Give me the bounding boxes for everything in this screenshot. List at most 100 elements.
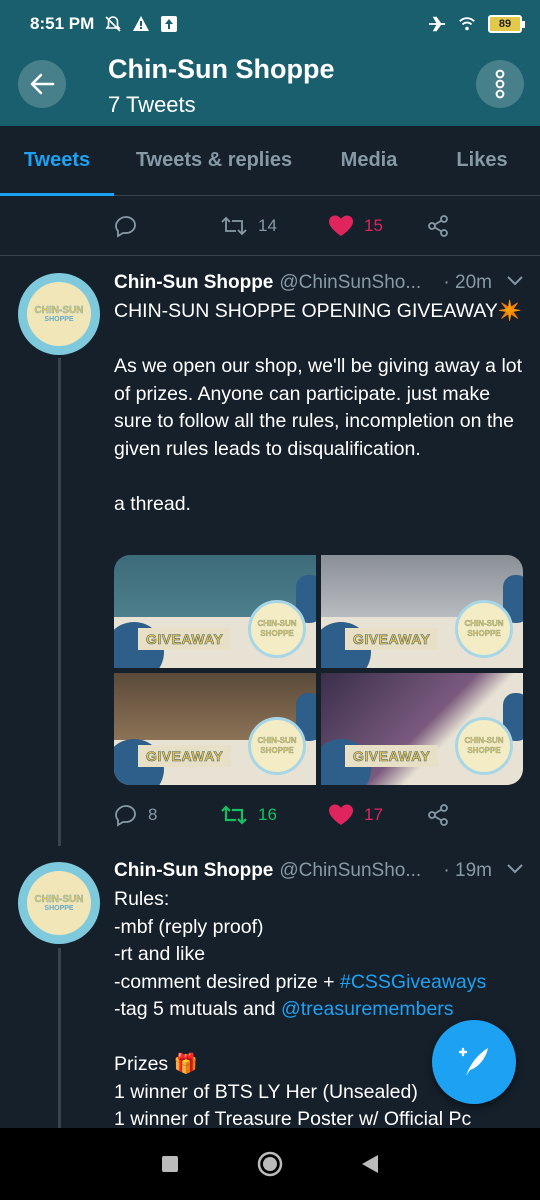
system-nav-bar bbox=[0, 1128, 540, 1200]
share-icon bbox=[428, 804, 448, 826]
tweet-header: Chin-Sun Shoppe @ChinSunSho... · 19m bbox=[114, 860, 524, 882]
retweet-count: 16 bbox=[258, 805, 277, 824]
tweet-line: Rules: bbox=[114, 888, 170, 910]
retweet-button[interactable]: 16 bbox=[220, 803, 328, 827]
like-count: 15 bbox=[364, 216, 383, 235]
tweet-actions: 8 16 17 bbox=[114, 798, 474, 832]
tweet-author-handle[interactable]: @ChinSunSho... bbox=[279, 272, 421, 294]
tweet-timestamp: · 20m bbox=[443, 272, 492, 293]
status-icons-right: 89 bbox=[428, 15, 525, 33]
like-button[interactable]: 15 bbox=[328, 214, 426, 238]
avatar-text-2: SHOPPE bbox=[44, 316, 74, 323]
badge-text-2: SHOPPE bbox=[467, 628, 501, 638]
share-icon bbox=[428, 215, 448, 237]
media-image[interactable]: GIVEAWAY CHIN-SUN SHOPPE bbox=[114, 672, 316, 785]
badge-text-2: SHOPPE bbox=[260, 628, 294, 638]
back-button[interactable] bbox=[18, 60, 66, 108]
shop-badge: CHIN-SUN SHOPPE bbox=[455, 599, 513, 658]
recents-button[interactable] bbox=[150, 1144, 190, 1184]
tweet-media-grid: GIVEAWAY CHIN-SUN SHOPPE GIVEAWAY CHIN-S… bbox=[114, 555, 523, 785]
profile-tabs: Tweets Tweets & replies Media Likes bbox=[0, 126, 540, 196]
more-options-button[interactable] bbox=[476, 60, 524, 108]
compose-feather-icon bbox=[458, 1047, 488, 1076]
tweet-author-name[interactable]: Chin-Sun Shoppe bbox=[114, 860, 273, 882]
avatar-logo: CHIN-SUN SHOPPE bbox=[27, 282, 91, 346]
compose-tweet-button[interactable] bbox=[432, 1020, 516, 1104]
profile-header: Chin-Sun Shoppe 7 Tweets bbox=[0, 48, 540, 126]
reply-count: 8 bbox=[148, 805, 158, 824]
tab-likes[interactable]: Likes bbox=[424, 126, 540, 195]
media-image[interactable]: GIVEAWAY CHIN-SUN SHOPPE bbox=[321, 555, 523, 668]
like-count: 17 bbox=[364, 805, 383, 824]
giveaway-caption: GIVEAWAY bbox=[345, 745, 439, 767]
page-title: Chin-Sun Shoppe bbox=[108, 54, 335, 84]
hashtag-link[interactable]: #CSSGiveaways bbox=[340, 971, 486, 993]
avatar-text-2: SHOPPE bbox=[44, 905, 74, 912]
chevron-down-icon[interactable] bbox=[506, 274, 524, 292]
badge-text-1: CHIN-SUN bbox=[464, 736, 504, 745]
retweet-icon bbox=[221, 805, 247, 825]
tweet-author-name[interactable]: Chin-Sun Shoppe bbox=[114, 272, 273, 294]
badge-text-1: CHIN-SUN bbox=[257, 618, 297, 628]
status-time: 8:51 PM bbox=[30, 14, 95, 33]
reply-button[interactable] bbox=[114, 214, 220, 238]
reply-button[interactable]: 8 bbox=[114, 803, 220, 827]
triangle-back-icon bbox=[362, 1155, 378, 1173]
tweet-line: -comment desired prize + #CSSGiveaways bbox=[114, 969, 526, 997]
thread-line bbox=[58, 358, 61, 846]
back-nav-button[interactable] bbox=[350, 1144, 390, 1184]
arrow-left-icon bbox=[30, 73, 55, 95]
square-icon bbox=[162, 1156, 178, 1172]
giveaway-caption: GIVEAWAY bbox=[345, 627, 439, 650]
reply-icon bbox=[115, 805, 136, 827]
tweet-header: Chin-Sun Shoppe @ChinSunSho... · 20m bbox=[114, 272, 524, 294]
avatar-text-1: CHIN-SUN bbox=[34, 305, 84, 316]
heart-filled-icon bbox=[329, 215, 353, 236]
retweet-button[interactable]: 14 bbox=[220, 214, 328, 238]
status-icons-left bbox=[104, 15, 178, 33]
retweet-icon bbox=[221, 216, 247, 236]
like-button[interactable]: 17 bbox=[328, 803, 426, 827]
tweet-author-handle[interactable]: @ChinSunSho... bbox=[279, 860, 421, 882]
silent-bell-icon bbox=[104, 15, 122, 33]
battery-icon: 89 bbox=[488, 15, 525, 33]
home-button[interactable] bbox=[250, 1144, 290, 1184]
tweet-line-text: -tag 5 mutuals and bbox=[114, 998, 281, 1020]
warning-icon bbox=[132, 15, 150, 33]
reply-icon bbox=[115, 216, 136, 238]
avatar-text-1: CHIN-SUN bbox=[34, 894, 84, 905]
media-image[interactable]: GIVEAWAY CHIN-SUN SHOPPE bbox=[114, 555, 316, 668]
share-button[interactable] bbox=[426, 214, 450, 238]
tweet-line: -tag 5 mutuals and @treasuremembers bbox=[114, 996, 526, 1024]
shop-badge: CHIN-SUN SHOPPE bbox=[248, 717, 306, 775]
tweet-text: CHIN-SUN SHOPPE OPENING GIVEAWAY✴️ As we… bbox=[114, 300, 523, 515]
tab-tweets[interactable]: Tweets bbox=[0, 126, 114, 196]
tab-tweets-replies[interactable]: Tweets & replies bbox=[114, 126, 314, 195]
avatar[interactable]: CHIN-SUN SHOPPE bbox=[18, 273, 100, 355]
divider bbox=[0, 255, 540, 256]
badge-text-2: SHOPPE bbox=[467, 746, 501, 755]
chevron-down-icon[interactable] bbox=[506, 862, 524, 880]
share-button[interactable] bbox=[426, 803, 450, 827]
shop-badge: CHIN-SUN SHOPPE bbox=[455, 717, 513, 775]
upload-icon bbox=[160, 15, 178, 33]
mention-link[interactable]: @treasuremembers bbox=[281, 998, 454, 1020]
retweet-count: 14 bbox=[258, 216, 277, 235]
tweet-line: -mbf (reply proof) bbox=[114, 915, 264, 938]
tweet-line: -rt and like bbox=[114, 943, 206, 965]
avatar[interactable]: CHIN-SUN SHOPPE bbox=[18, 862, 100, 944]
heart-filled-icon bbox=[329, 804, 353, 825]
tab-media[interactable]: Media bbox=[314, 126, 424, 195]
more-vertical-icon bbox=[495, 69, 505, 99]
tweet-count: 7 Tweets bbox=[108, 92, 196, 117]
media-image[interactable]: GIVEAWAY CHIN-SUN SHOPPE bbox=[321, 672, 523, 785]
giveaway-caption: GIVEAWAY bbox=[138, 745, 232, 767]
airplane-icon bbox=[428, 15, 446, 33]
wifi-icon bbox=[458, 15, 476, 33]
status-bar: 8:51 PM 89 bbox=[0, 0, 540, 48]
home-circle-icon bbox=[257, 1151, 283, 1177]
badge-text-1: CHIN-SUN bbox=[464, 618, 504, 628]
avatar-logo: CHIN-SUN SHOPPE bbox=[27, 871, 91, 935]
badge-text-1: CHIN-SUN bbox=[257, 736, 297, 745]
previous-tweet-actions: 14 15 bbox=[114, 209, 474, 243]
